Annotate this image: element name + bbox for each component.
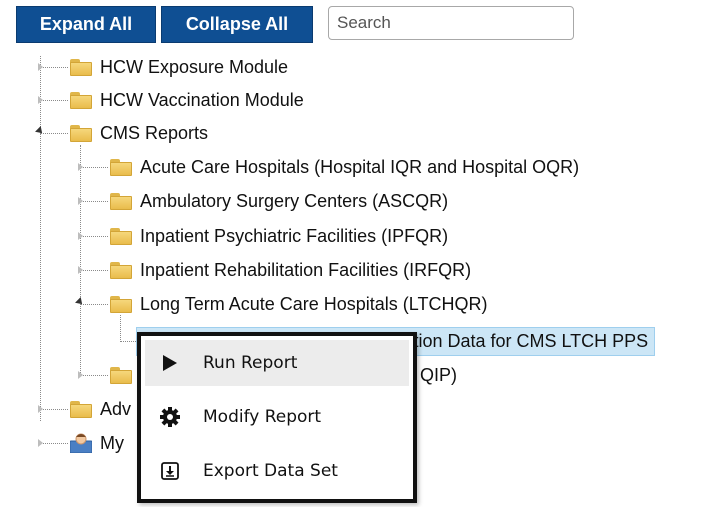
user-folder-icon (69, 433, 93, 454)
export-icon (155, 456, 185, 486)
tree-line (40, 100, 68, 101)
tree-node-label: Acute Care Hospitals (Hospital IQR and H… (140, 156, 580, 177)
expand-toggle-icon[interactable] (38, 405, 43, 413)
tree-line (120, 315, 121, 342)
menu-item-run-report[interactable]: Run Report (145, 340, 409, 386)
context-menu: Run Report Modify Report Export Data Set (137, 332, 417, 503)
tree-node-my[interactable]: My (69, 430, 124, 456)
collapse-toggle-icon[interactable] (75, 297, 85, 307)
menu-item-label: Modify Report (203, 407, 322, 427)
tree-line (40, 133, 68, 134)
tree-node-hcw-exposure[interactable]: HCW Exposure Module (70, 54, 288, 80)
tree-node-acute-care[interactable]: Acute Care Hospitals (Hospital IQR and H… (110, 154, 579, 180)
folder-icon (70, 400, 92, 418)
tree-node-label: CMS Reports (100, 122, 209, 143)
folder-icon (70, 124, 92, 142)
tree-line (80, 201, 108, 202)
menu-item-label: Run Report (203, 353, 298, 373)
tree-node-ambulatory[interactable]: Ambulatory Surgery Centers (ASCQR) (110, 188, 448, 214)
folder-icon (110, 158, 132, 176)
collapse-all-button[interactable]: Collapse All (161, 6, 313, 43)
tree-node-label: Inpatient Rehabilitation Facilities (IRF… (140, 259, 472, 280)
tree-node-label: Adv (100, 398, 132, 419)
tree-node-ltch[interactable]: Long Term Acute Care Hospitals (LTCHQR) (110, 291, 487, 317)
expand-all-button[interactable]: Expand All (16, 6, 156, 43)
tree-line (40, 443, 68, 444)
tree-node-hidden[interactable] (110, 362, 140, 388)
menu-item-label: Export Data Set (203, 461, 338, 481)
expand-toggle-icon[interactable] (38, 439, 43, 447)
collapse-toggle-icon[interactable] (35, 126, 45, 136)
folder-icon (110, 227, 132, 245)
tree-line (80, 236, 108, 237)
tree-line (120, 341, 136, 342)
expand-toggle-icon[interactable] (78, 371, 83, 379)
expand-toggle-icon[interactable] (78, 232, 83, 240)
tree-line (40, 67, 68, 68)
tree-node-label: Ambulatory Surgery Centers (ASCQR) (140, 190, 449, 211)
tree-line (40, 56, 41, 421)
search-input[interactable] (328, 6, 574, 40)
tree-node-inpatient-rehab[interactable]: Inpatient Rehabilitation Facilities (IRF… (110, 257, 471, 283)
expand-toggle-icon[interactable] (38, 96, 43, 104)
tree-line (80, 145, 81, 375)
tree-node-label: My (100, 432, 124, 453)
folder-icon (70, 91, 92, 109)
menu-item-export-data-set[interactable]: Export Data Set (145, 448, 409, 494)
tree-line (40, 409, 68, 410)
tree-node-advanced[interactable]: Adv (70, 396, 131, 422)
tree-node-hcw-vaccination[interactable]: HCW Vaccination Module (70, 87, 304, 113)
tree-line (80, 375, 108, 376)
tree-node-inpatient-psych[interactable]: Inpatient Psychiatric Facilities (IPFQR) (110, 223, 448, 249)
expand-toggle-icon[interactable] (78, 197, 83, 205)
tree-node-label: HCW Vaccination Module (100, 89, 304, 110)
expand-toggle-icon[interactable] (38, 63, 43, 71)
tree-line (80, 167, 108, 168)
play-icon (155, 348, 185, 378)
folder-icon (70, 58, 92, 76)
tree-node-cms-reports[interactable]: CMS Reports (70, 120, 208, 146)
expand-toggle-icon[interactable] (78, 163, 83, 171)
folder-icon (110, 192, 132, 210)
folder-icon (110, 366, 132, 384)
tree-node-label: Inpatient Psychiatric Facilities (IPFQR) (140, 225, 449, 246)
tree-line (80, 270, 108, 271)
tree-node-label: HCW Exposure Module (100, 56, 289, 77)
folder-icon (110, 261, 132, 279)
folder-icon (110, 295, 132, 313)
menu-item-modify-report[interactable]: Modify Report (145, 394, 409, 440)
tree-line (80, 304, 108, 305)
expand-toggle-icon[interactable] (78, 266, 83, 274)
gear-icon (155, 402, 185, 432)
tree-node-hidden-text: QIP) (420, 364, 458, 385)
tree-node-label: Long Term Acute Care Hospitals (LTCHQR) (140, 293, 488, 314)
